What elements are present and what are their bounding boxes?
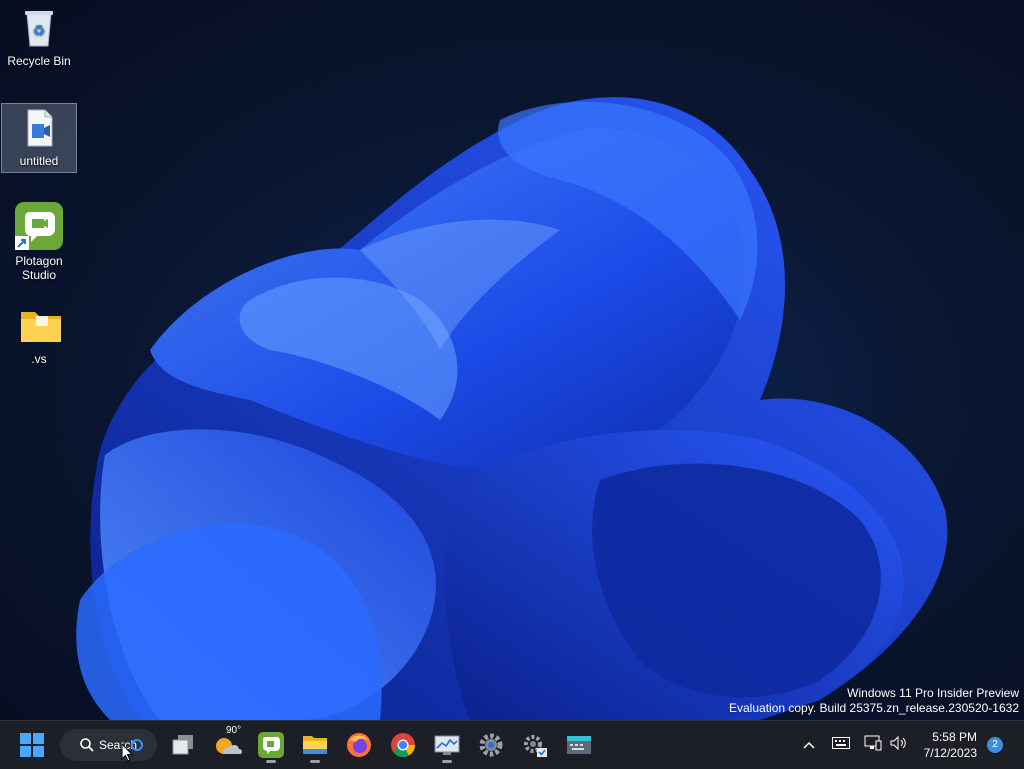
firefox-button[interactable] (341, 727, 377, 763)
wallpaper (40, 97, 1000, 720)
weather-widget-button[interactable]: 90° (210, 725, 246, 763)
firefox-icon (347, 733, 371, 757)
weather-temp: 90° (226, 725, 242, 736)
network-icon (864, 735, 882, 750)
video-file-icon (19, 108, 59, 148)
desktop-icon-plotagon-studio[interactable]: Plotagon Studio (2, 202, 76, 282)
plotagon-icon (15, 202, 63, 250)
start-icon (20, 733, 44, 757)
running-indicator (442, 760, 452, 763)
watermark-line-2: Evaluation copy. Build 25375.zn_release.… (729, 701, 1019, 715)
desktop-icon-vs-folder[interactable]: .vs (2, 306, 76, 366)
clock-button[interactable]: 5:58 PM 7/12/2023 (924, 729, 977, 761)
plotagon-taskbar-button[interactable] (253, 727, 289, 763)
evaluation-watermark: Windows 11 Pro Insider Preview Evaluatio… (729, 686, 1019, 716)
desktop-icon-recycle-bin[interactable]: ♻ Recycle Bin (2, 8, 76, 68)
watermark-line-1: Windows 11 Pro Insider Preview (847, 686, 1019, 700)
running-indicator (310, 760, 320, 763)
chrome-button[interactable] (385, 727, 421, 763)
system-tray (800, 721, 908, 769)
performance-monitor-button[interactable] (429, 727, 465, 763)
file-explorer-button[interactable] (297, 727, 333, 763)
running-indicator (266, 760, 276, 763)
chevron-up-icon (803, 741, 815, 749)
network-button[interactable] (864, 735, 882, 756)
volume-button[interactable] (890, 735, 908, 755)
keyboard-icon (832, 737, 850, 749)
clock-time: 5:58 PM (932, 730, 977, 744)
desktop-icon-label: Plotagon Studio (15, 254, 63, 282)
plotagon-icon (258, 732, 284, 758)
settings-icon (479, 733, 503, 757)
clock-date: 7/12/2023 (923, 746, 977, 760)
notification-badge[interactable]: 2 (987, 737, 1003, 753)
start-button[interactable] (14, 727, 50, 763)
desktop-icon-label: Recycle Bin (7, 54, 71, 68)
chrome-icon (391, 733, 415, 758)
task-view-button[interactable] (165, 727, 201, 763)
performance-monitor-icon (434, 735, 460, 755)
settings-alt-button[interactable] (517, 727, 553, 763)
file-explorer-icon (303, 736, 327, 754)
keyboard-app-button[interactable] (561, 727, 597, 763)
settings-alt-icon (524, 735, 547, 757)
show-hidden-icons-button[interactable] (800, 741, 818, 749)
task-view-icon (172, 735, 193, 755)
desktop-icon-untitled[interactable]: untitled (1, 103, 77, 173)
folder-icon (19, 306, 61, 346)
search-icon (80, 738, 94, 752)
desktop-icon-label: .vs (31, 352, 47, 366)
svg-text:♻: ♻ (33, 23, 46, 39)
recycle-bin-icon: ♻ (19, 8, 59, 48)
keyboard-app-icon (567, 736, 591, 754)
volume-icon (890, 735, 906, 750)
keyboard-input-button[interactable] (832, 736, 850, 754)
desktop-icon-label: untitled (19, 154, 59, 168)
taskbar: Search 90° 5:58 PM 7/12/2023 2 (0, 720, 1024, 769)
mouse-cursor-icon (121, 743, 133, 762)
search-box[interactable]: Search (60, 729, 157, 761)
settings-button[interactable] (473, 727, 509, 763)
